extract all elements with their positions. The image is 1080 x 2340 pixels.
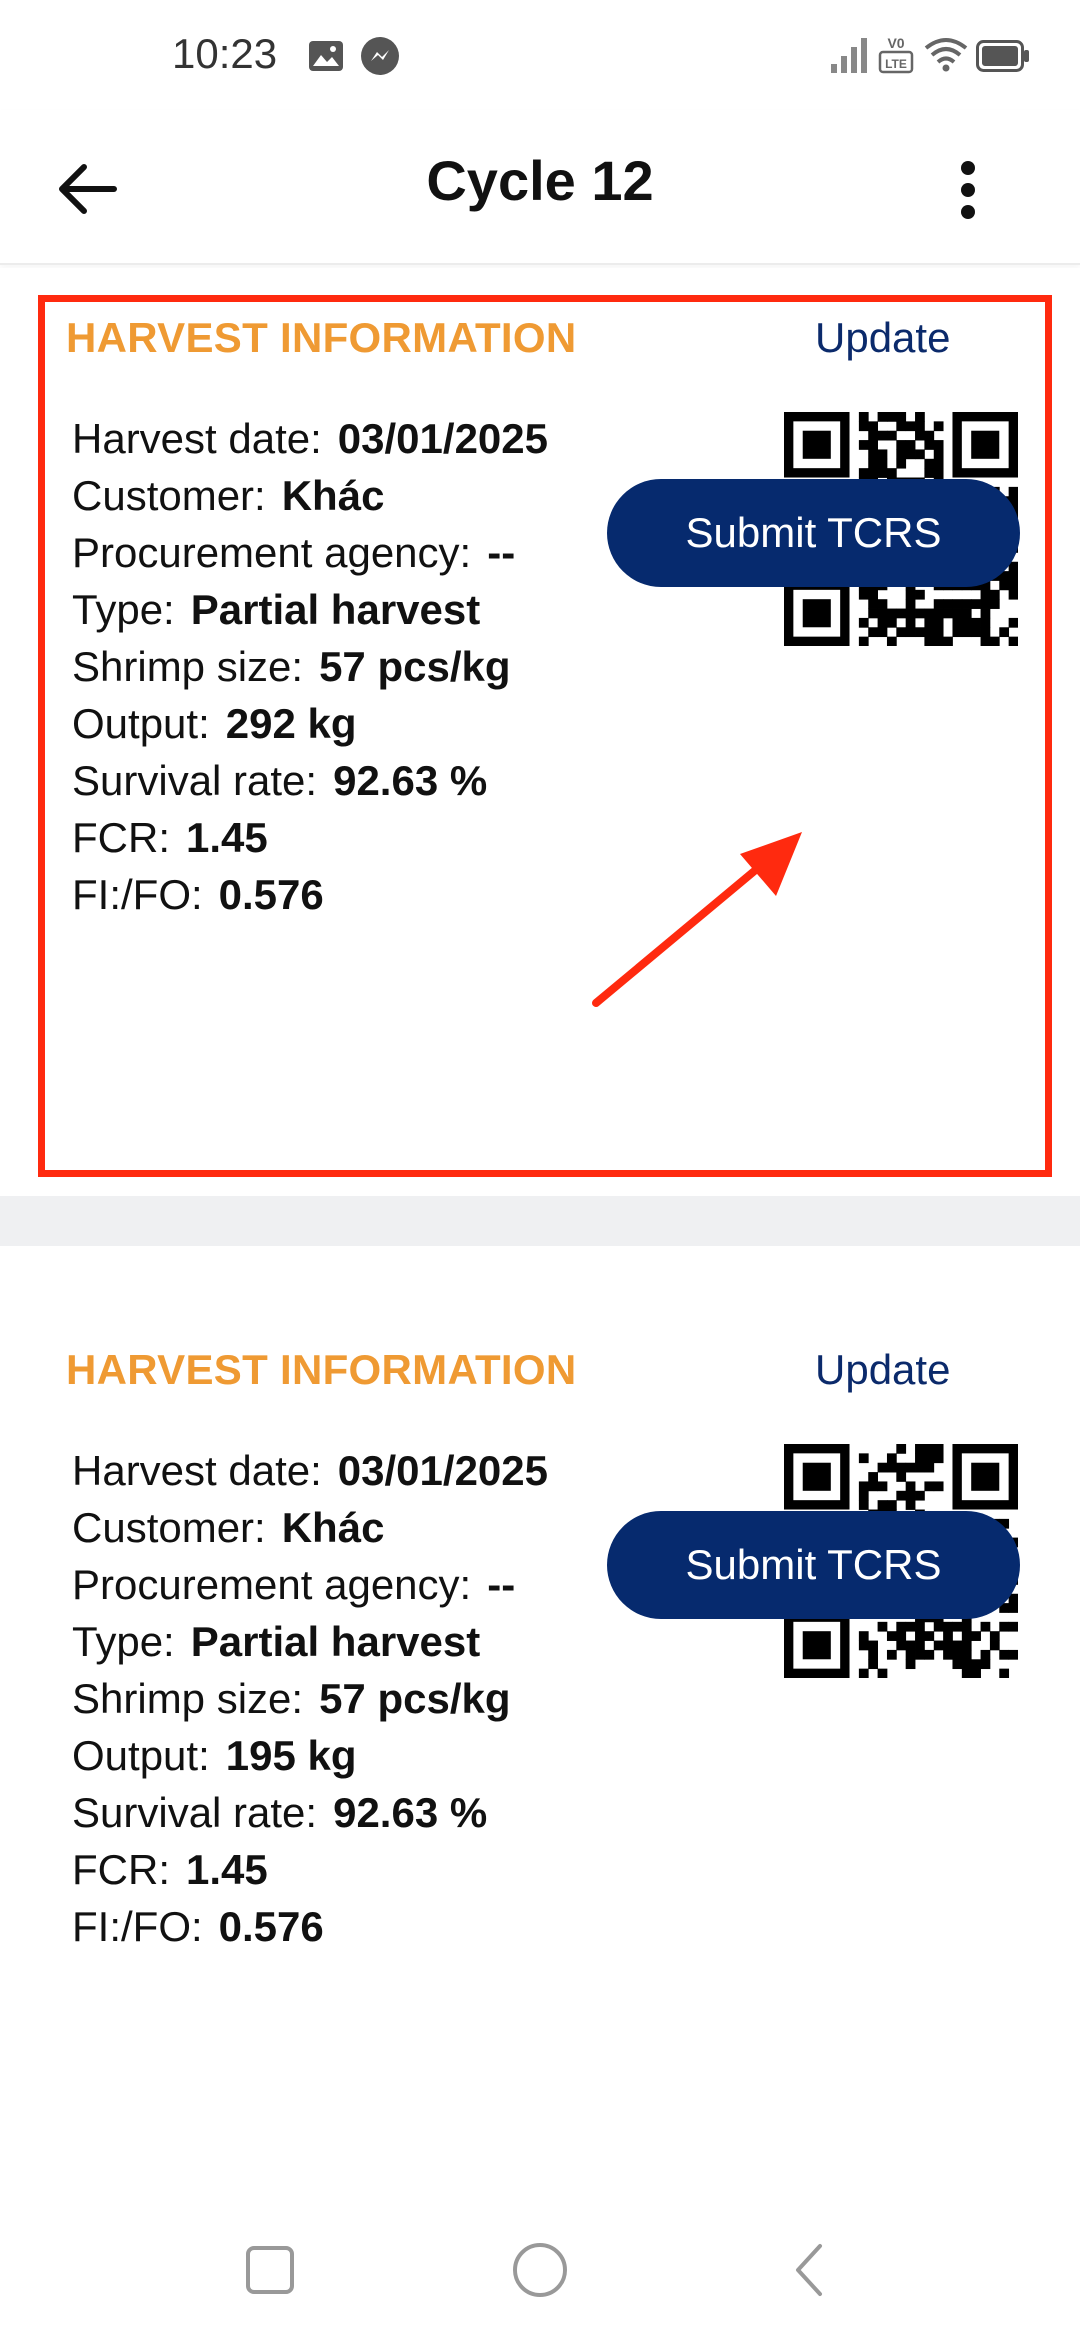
update-link[interactable]: Update <box>815 1346 950 1394</box>
submit-tcrs-button[interactable]: Submit TCRS <box>607 1511 1020 1619</box>
nav-bar <box>0 2196 1080 2340</box>
signal-icon <box>830 36 870 79</box>
messenger-icon <box>360 36 400 81</box>
screen: 10:23 LTE V0 Cycle 12 HARVEST INFORMATIO… <box>0 0 1080 2340</box>
more-options-button[interactable] <box>940 150 996 230</box>
harvest-card: HARVEST INFORMATION Update Harvest date:… <box>0 1246 1080 2196</box>
field-fi-fo: FI:/FO: 0.576 <box>72 871 324 918</box>
section-title: HARVEST INFORMATION <box>66 1346 577 1393</box>
field-output: Output: 195 kg <box>72 1732 357 1779</box>
field-survival-rate: Survival rate: 92.63 % <box>72 1789 488 1836</box>
field-customer: Customer: Khác <box>72 1504 385 1551</box>
field-survival-rate: Survival rate: 92.63 % <box>72 757 488 804</box>
image-icon <box>308 40 344 77</box>
field-type: Type: Partial harvest <box>72 1618 481 1665</box>
field-fcr: FCR: 1.45 <box>72 814 268 861</box>
update-link[interactable]: Update <box>815 314 950 362</box>
page-title: Cycle 12 <box>426 149 654 212</box>
field-output: Output: 292 kg <box>72 700 357 747</box>
field-procurement-agency: Procurement agency: -- <box>72 1561 516 1608</box>
field-fcr: FCR: 1.45 <box>72 1846 268 1893</box>
svg-text:LTE: LTE <box>885 57 907 71</box>
field-shrimp-size: Shrimp size: 57 pcs/kg <box>72 1675 511 1722</box>
status-time: 10:23 <box>172 30 278 77</box>
field-type: Type: Partial harvest <box>72 586 481 633</box>
section-divider <box>0 1196 1080 1246</box>
field-shrimp-size: Shrimp size: 57 pcs/kg <box>72 643 511 690</box>
recent-apps-icon[interactable] <box>240 2240 300 2300</box>
arrow-annotation-icon <box>592 832 802 1007</box>
field-harvest-date: Harvest date: 03/01/2025 <box>72 1447 549 1494</box>
harvest-card: HARVEST INFORMATION Update Harvest date:… <box>0 268 1080 1195</box>
field-procurement-agency: Procurement agency: -- <box>72 529 516 576</box>
field-fi-fo: FI:/FO: 0.576 <box>72 1903 324 1950</box>
battery-icon <box>976 40 1030 77</box>
home-icon[interactable] <box>510 2240 570 2300</box>
more-vertical-icon <box>961 161 975 219</box>
back-icon[interactable] <box>780 2240 840 2300</box>
field-harvest-date: Harvest date: 03/01/2025 <box>72 415 549 462</box>
wifi-icon <box>924 36 968 77</box>
status-bar: 10:23 LTE V0 <box>0 0 1080 110</box>
svg-text:V0: V0 <box>887 35 904 51</box>
submit-tcrs-button[interactable]: Submit TCRS <box>607 479 1020 587</box>
volte-icon: LTE V0 <box>878 34 914 79</box>
field-customer: Customer: Khác <box>72 472 385 519</box>
app-bar: Cycle 12 <box>0 110 1080 265</box>
section-title: HARVEST INFORMATION <box>66 314 577 361</box>
